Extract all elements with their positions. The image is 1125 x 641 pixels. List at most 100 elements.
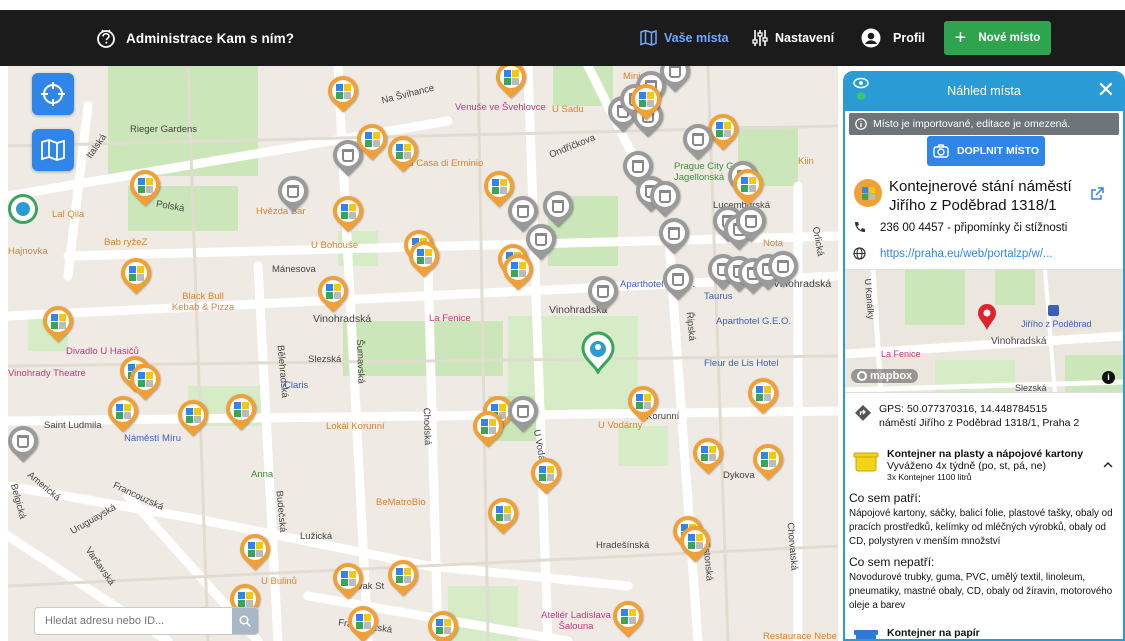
trash-can-icon: [337, 144, 359, 166]
street-label: Šumavská: [353, 339, 367, 384]
poi-label: Náměstí Míru: [124, 433, 182, 444]
external-link-icon[interactable]: [1090, 187, 1104, 201]
place-preview-panel: Náhled místa ✕ Místo je importované, edi…: [843, 71, 1125, 641]
selected-pin-icon: [581, 331, 615, 376]
poi-label: Aparthotel G.E.O.: [716, 316, 791, 327]
street-label: Chodská: [420, 407, 433, 446]
street-label: Lužická: [300, 531, 333, 542]
map-layers-button[interactable]: [32, 129, 74, 171]
recycling-bins-icon: [752, 382, 774, 404]
new-place-button[interactable]: + Nové místo: [944, 21, 1051, 55]
poi-label: Divadlo U Hasičů: [66, 346, 139, 357]
nav-settings[interactable]: Nastavení: [752, 10, 834, 66]
street-label: Hradešínská: [596, 540, 650, 551]
poi-label: Lokál Korunní: [326, 421, 385, 432]
poi-label: Ateliér Ladislava Šalouna: [541, 610, 611, 632]
map-canvas[interactable]: Na Švihance Rieger Gardens Italská Polsk…: [8, 66, 838, 641]
phone-icon: [855, 222, 865, 232]
recycling-bins-icon: [47, 310, 69, 332]
nav-places[interactable]: Vaše místa: [640, 10, 729, 66]
recycling-bins-icon: [697, 442, 719, 464]
url-link[interactable]: https://praha.eu/web/portalzp/w/...: [880, 248, 1053, 260]
poi-label: Kiin: [798, 156, 814, 167]
recycling-bins-icon: [413, 245, 435, 267]
recycling-bins-icon: [337, 200, 359, 222]
mini-poi-label: La Fenice: [881, 349, 921, 359]
container-count: 3x Kontejner 1100 litrů: [887, 472, 972, 482]
poi-label: BeMatroBio: [376, 497, 426, 508]
phone-row[interactable]: 236 00 4457 - připomínky či stížnosti: [853, 221, 1067, 234]
import-info-bar: Místo je importované, editace je omezená…: [849, 113, 1119, 135]
green-place-marker[interactable]: [8, 194, 38, 224]
globe-icon: [853, 247, 866, 260]
recycling-bins-icon: [757, 448, 779, 470]
nav-places-label: Vaše místa: [664, 31, 729, 45]
poi-label: Nota: [763, 238, 784, 249]
camera-icon: [933, 144, 949, 158]
locate-button[interactable]: [32, 73, 74, 115]
recycling-bins-icon: [500, 66, 522, 88]
trash-can-icon: [772, 255, 794, 277]
brand[interactable]: Administrace Kam s ním?: [96, 10, 294, 66]
info-icon: [855, 118, 867, 130]
yellow-container-icon: [853, 451, 879, 473]
poi-label: Claris: [284, 380, 309, 391]
trash-can-icon: [627, 155, 649, 177]
selected-place-marker[interactable]: [580, 330, 616, 376]
app-title: Administrace Kam s ním?: [126, 30, 295, 46]
container-item-paper[interactable]: Kontejner na papír: [887, 627, 1123, 639]
trash-can-icon: [664, 66, 686, 82]
mini-street-label: Slezská: [1015, 383, 1047, 393]
nav-profile[interactable]: Profil: [861, 10, 925, 66]
trash-can-icon: [547, 195, 569, 217]
trash-can-icon: [282, 180, 304, 202]
recycling-bins-icon: [492, 502, 514, 524]
container-item[interactable]: Kontejner na plasty a nápojové kartony V…: [887, 448, 1087, 482]
poi-label: Hajnovka: [8, 246, 48, 257]
poi-label: U Vodárny: [598, 420, 643, 431]
poi-label: Fleur de Lis Hotel: [704, 358, 779, 369]
recycling-bins-icon: [488, 175, 510, 197]
poi-label: Vinohrady Theatre: [8, 368, 86, 379]
poi-label: Saint Ludmila: [44, 420, 102, 431]
nav-settings-label: Nastavení: [775, 31, 835, 45]
poi-label: Lal Qila: [52, 209, 85, 220]
recycling-bins-icon: [332, 80, 354, 102]
nav-profile-label: Profil: [893, 31, 925, 45]
app-root: Administrace Kam s ním? Vaše místa Nasta…: [0, 0, 1125, 641]
metro-icon: [1048, 305, 1059, 316]
search-button[interactable]: [232, 608, 258, 634]
user-icon: [861, 28, 881, 48]
not-belongs-section: Co sem nepatří: Novodurové trubky, guma,…: [849, 555, 1121, 613]
trash-can-icon: [530, 228, 552, 250]
close-icon[interactable]: ✕: [1097, 79, 1115, 101]
recycling-bins-icon: [507, 258, 529, 280]
chevron-up-icon[interactable]: [1103, 459, 1113, 471]
url-row[interactable]: https://praha.eu/web/portalzp/w/...: [853, 247, 1053, 260]
container-frequency: Vyváženo 4x týdně (po, st, pá, ne): [887, 460, 1046, 472]
recycling-bins-icon: [617, 605, 639, 627]
trash-can-icon: [667, 268, 689, 290]
place-type-icon: [854, 179, 882, 207]
recycling-bins-icon: [632, 390, 654, 412]
place-icon: [16, 202, 30, 216]
fill-place-button[interactable]: DOPLNIT MÍSTO: [927, 136, 1045, 166]
mini-map[interactable]: U Kanálky Vinohradská Jiřího z Poděbrad …: [845, 269, 1123, 393]
map-icon: [41, 139, 65, 161]
recycling-bins-icon: [361, 128, 383, 150]
recycling-bins-icon: [712, 118, 734, 140]
trash-can-icon: [663, 222, 685, 244]
poi-label: Anna: [251, 469, 274, 480]
logo-icon: [97, 29, 115, 48]
recycling-bins-icon: [477, 415, 499, 437]
trash-can-icon: [654, 185, 676, 207]
belongs-section: Co sem patří: Nápojové kartony, sáčky, b…: [849, 491, 1121, 549]
search-input[interactable]: [35, 608, 232, 634]
directions-icon[interactable]: [855, 405, 871, 421]
address-search[interactable]: [34, 607, 259, 635]
panel-title: Náhled místa: [947, 84, 1021, 98]
trash-can-icon: [12, 430, 34, 452]
info-icon[interactable]: i: [1102, 371, 1115, 384]
container-title: Kontejner na papír: [887, 627, 980, 639]
poi-label: Black Bull Kebab & Pizza: [171, 291, 235, 313]
